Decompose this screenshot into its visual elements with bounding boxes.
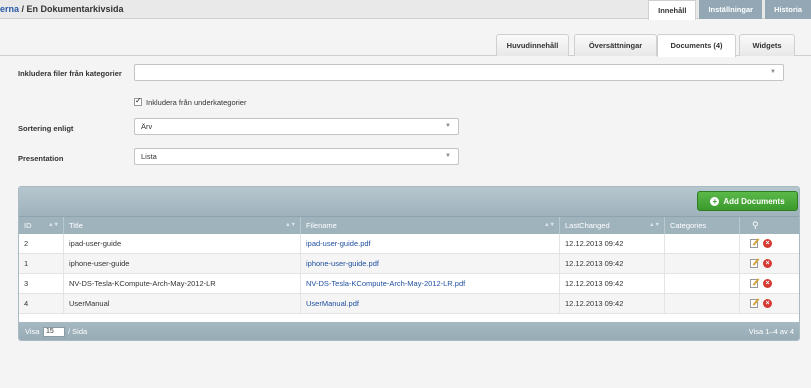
edit-icon[interactable] xyxy=(750,299,758,308)
plus-icon: + xyxy=(710,196,720,206)
sort-icon: ▲▼ xyxy=(649,222,660,228)
cell-id: 3 xyxy=(19,274,64,294)
per-page-input[interactable]: 15 xyxy=(43,327,65,337)
tab-huvudinnehall[interactable]: Huvudinnehåll xyxy=(496,34,569,56)
table-row[interactable]: 4 UserManual UserManual.pdf 12.12.2013 0… xyxy=(19,294,799,314)
tab-innehall[interactable]: Innehåll xyxy=(648,0,697,20)
pager-count: Visa 1–4 av 4 xyxy=(748,327,794,336)
tab-oversattningar[interactable]: Översättningar xyxy=(574,34,657,56)
add-documents-button[interactable]: + Add Documents xyxy=(697,191,798,211)
sub-tabs: Huvudinnehåll Översättningar Documents (… xyxy=(0,34,811,57)
cell-title: NV-DS-Tesla-KCompute-Arch-May-2012-LR xyxy=(64,274,301,294)
top-tabs: Innehåll Inställningar Historia xyxy=(645,0,811,20)
tab-historia[interactable]: Historia xyxy=(765,0,811,19)
sort-select[interactable]: Ärv ▼ xyxy=(134,118,459,135)
search-icon[interactable]: ⚲ xyxy=(752,217,759,234)
cell-lastchanged: 12.12.2013 09:42 xyxy=(560,274,665,294)
subcategories-row[interactable]: Inkludera från underkategorier xyxy=(134,96,247,107)
delete-icon[interactable]: × xyxy=(763,259,772,268)
edit-icon[interactable] xyxy=(750,259,758,268)
categories-label: Inkludera filer från kategorier xyxy=(18,69,122,78)
column-id-label: ID xyxy=(24,221,32,230)
tab-widgets[interactable]: Widgets xyxy=(739,34,795,56)
sort-value: Ärv xyxy=(141,122,153,131)
delete-icon[interactable]: × xyxy=(763,299,772,308)
add-documents-label: Add Documents xyxy=(723,196,785,206)
grid-header: ID ▲▼ Title ▲▼ Filename ▲▼ LastChanged ▲… xyxy=(19,216,799,235)
cell-lastchanged: 12.12.2013 09:42 xyxy=(560,234,665,254)
table-row[interactable]: 2 ipad-user-guide ipad-user-guide.pdf 12… xyxy=(19,234,799,254)
column-filename-label: Filename xyxy=(306,221,337,230)
cell-title: iphone-user-guide xyxy=(64,254,301,274)
cell-filename-link[interactable]: NV-DS-Tesla-KCompute-Arch-May-2012-LR.pd… xyxy=(301,274,560,294)
breadcrumb-separator: / xyxy=(19,4,27,14)
cell-lastchanged: 12.12.2013 09:42 xyxy=(560,294,665,314)
cell-filename-link[interactable]: iphone-user-guide.pdf xyxy=(301,254,560,274)
column-filename[interactable]: Filename ▲▼ xyxy=(301,217,560,235)
breadcrumb-current: En Dokumentarkivsida xyxy=(26,4,124,14)
documents-grid: + Add Documents ID ▲▼ Title ▲▼ Filename … xyxy=(18,186,800,341)
presentation-value: Lista xyxy=(141,152,157,161)
subcategories-label: Inkludera från underkategorier xyxy=(146,97,247,107)
delete-icon[interactable]: × xyxy=(763,239,772,248)
cell-filename-link[interactable]: UserManual.pdf xyxy=(301,294,560,314)
column-id[interactable]: ID ▲▼ xyxy=(19,217,64,235)
cell-filename-link[interactable]: ipad-user-guide.pdf xyxy=(301,234,560,254)
tab-installningar[interactable]: Inställningar xyxy=(699,0,763,19)
subcategories-checkbox[interactable] xyxy=(134,96,142,106)
grid-footer: Visa 15 / Sida Visa 1–4 av 4 xyxy=(19,322,799,340)
cell-categories xyxy=(665,254,740,274)
column-categories[interactable]: Categories xyxy=(665,217,740,235)
column-actions[interactable]: ⚲ xyxy=(740,217,799,235)
cell-categories xyxy=(665,274,740,294)
chevron-down-icon: ▼ xyxy=(770,69,776,75)
column-lastchanged[interactable]: LastChanged ▲▼ xyxy=(560,217,665,235)
cell-id: 4 xyxy=(19,294,64,314)
edit-icon[interactable] xyxy=(750,239,758,248)
presentation-label: Presentation xyxy=(18,154,64,163)
breadcrumb-link[interactable]: erna xyxy=(0,4,19,14)
tab-documents[interactable]: Documents (4) xyxy=(657,34,736,57)
edit-icon[interactable] xyxy=(750,279,758,288)
presentation-select[interactable]: Lista ▼ xyxy=(134,148,459,165)
sort-icon: ▲▼ xyxy=(544,222,555,228)
cell-title: ipad-user-guide xyxy=(64,234,301,254)
pager-unit-label: / Sida xyxy=(68,327,88,336)
breadcrumb: erna / En Dokumentarkivsida xyxy=(0,4,124,14)
delete-icon[interactable]: × xyxy=(763,279,772,288)
sort-icon: ▲▼ xyxy=(285,222,296,228)
top-bar: erna / En Dokumentarkivsida Innehåll Ins… xyxy=(0,0,811,20)
table-row[interactable]: 1 iphone-user-guide iphone-user-guide.pd… xyxy=(19,254,799,274)
categories-select[interactable]: ▼ xyxy=(134,64,784,81)
grid-toolbar: + Add Documents xyxy=(19,187,799,216)
table-row[interactable]: 3 NV-DS-Tesla-KCompute-Arch-May-2012-LR … xyxy=(19,274,799,294)
column-categories-label: Categories xyxy=(670,221,707,230)
column-lastchanged-label: LastChanged xyxy=(565,221,610,230)
column-title[interactable]: Title ▲▼ xyxy=(64,217,301,235)
cell-categories xyxy=(665,294,740,314)
chevron-down-icon: ▼ xyxy=(445,123,451,129)
cell-lastchanged: 12.12.2013 09:42 xyxy=(560,254,665,274)
column-title-label: Title xyxy=(69,221,83,230)
pager-show-label: Visa xyxy=(25,327,40,336)
cell-title: UserManual xyxy=(64,294,301,314)
chevron-down-icon: ▼ xyxy=(445,153,451,159)
sort-icon: ▲▼ xyxy=(48,222,59,228)
cell-categories xyxy=(665,234,740,254)
cell-id: 2 xyxy=(19,234,64,254)
sort-label: Sortering enligt xyxy=(18,124,74,133)
cell-id: 1 xyxy=(19,254,64,274)
